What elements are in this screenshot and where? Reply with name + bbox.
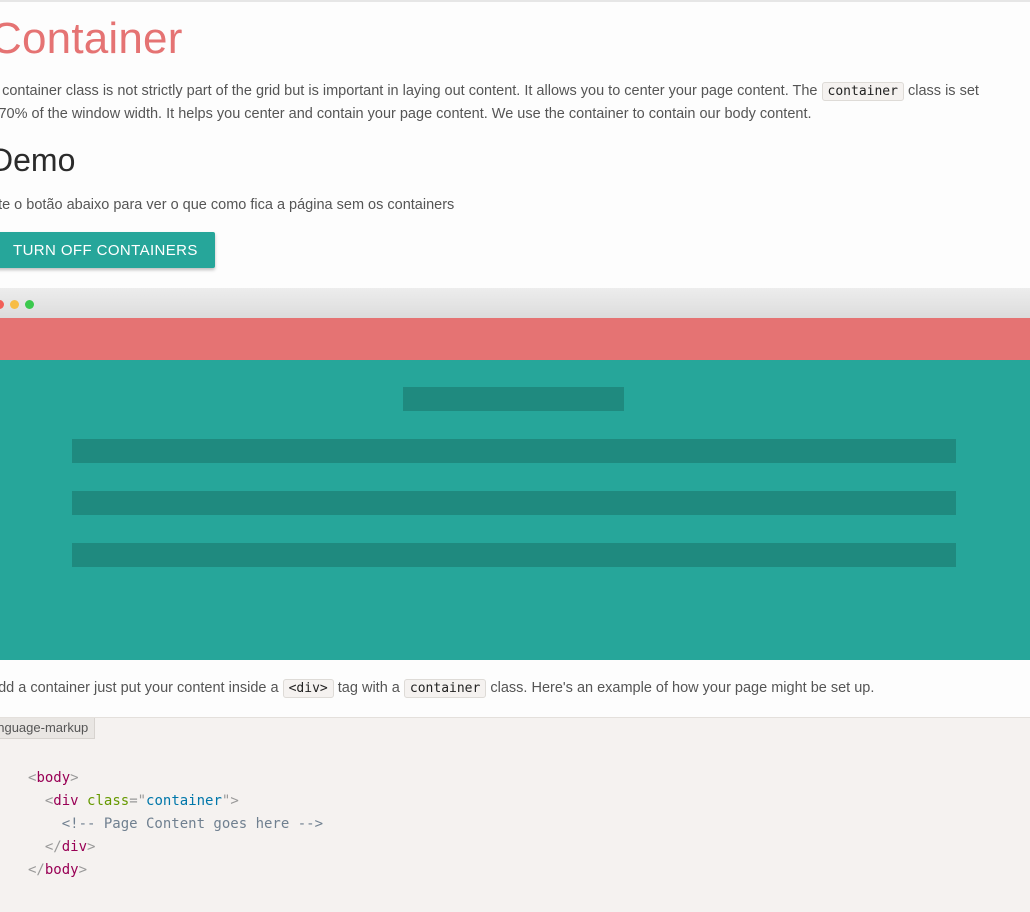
placeholder-content-bar [72,491,956,515]
intro-text-1: e container class is not strictly part o… [0,83,818,99]
language-label: anguage-markup [0,718,96,739]
code-line: </body> [28,862,88,878]
browser-mockup [0,288,1030,660]
inline-code-container: container [403,679,487,698]
howto-text-end: class. Here's an example of how your pag… [490,680,875,696]
howto-paragraph: add a container just put your content in… [0,679,875,698]
code-comment: <!-- Page Content goes here --> [61,816,324,832]
intro-line-2: ~70% of the window width. It helps you c… [0,106,812,122]
intro-text-1-end: class is set [908,83,979,99]
browser-title-bar [0,288,1030,319]
demo-heading: Demo [0,142,76,178]
page-title: Container [0,14,183,63]
inline-code-container: container [821,82,904,101]
placeholder-title-bar [403,387,624,411]
code-sample-block: anguage-markup <body> <div class="contai… [0,717,1030,912]
window-minimize-dot-icon [10,300,19,309]
top-divider [0,0,1030,2]
turn-off-containers-button[interactable]: TURN OFF CONTAINERS [0,232,215,268]
code-line: </div> [44,839,96,855]
demo-container-area [0,360,1030,660]
placeholder-content-bar [72,439,956,463]
window-close-dot-icon [0,300,4,309]
howto-text-start: add a container just put your content in… [0,680,279,696]
intro-paragraph: e container class is not strictly part o… [0,80,1030,125]
placeholder-content-bar [72,543,956,567]
code-line: <div class="container"> [44,793,239,809]
inline-code-div: <div> [282,679,334,698]
code-listing: <body> <div class="container"> <!-- Page… [28,767,323,882]
code-line: <body> [28,770,79,786]
howto-text-middle: tag with a [337,680,400,696]
demo-description: nte o botão abaixo para ver o que como f… [0,197,455,213]
intro-line-1: e container class is not strictly part o… [0,80,1030,103]
demo-navbar [0,318,1030,360]
window-maximize-dot-icon [25,300,34,309]
